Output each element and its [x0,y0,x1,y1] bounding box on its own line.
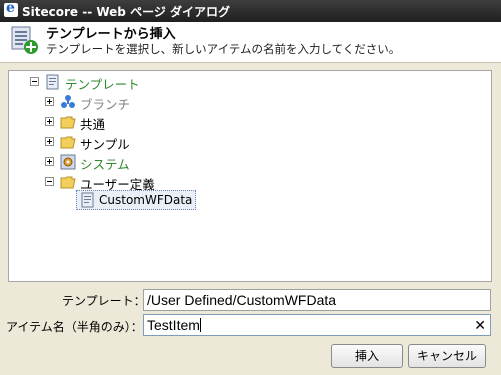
tree-node-label: ブランチ [80,97,131,112]
tree-node-label: サンプル [80,137,130,152]
dialog-header: テンプレートから挿入 テンプレートを選択し、新しいアイテムの名前を入力してくださ… [0,22,501,63]
item-name-input[interactable]: TestItem ✕ [143,314,491,336]
template-label: テンプレート： [62,294,146,308]
tree-node-label: システム [80,157,130,172]
template-tree[interactable]: テンプレート ブランチ 共通 サンプル システム ユーザー定義 CustomWF… [8,70,492,282]
item-name-label: アイテム名（半角のみ）： [6,320,143,334]
branch-icon [60,94,76,110]
expand-toggle-icon[interactable] [45,157,54,166]
dialog-heading: テンプレートから挿入 [46,27,176,42]
tree-node-label: 共通 [80,117,106,132]
collapse-toggle-icon[interactable] [30,77,39,86]
tree-node-label: CustomWFData [99,193,193,207]
window-title: Sitecore -- Web ページ ダイアログ [22,5,231,19]
tree-node-customwfdata[interactable]: CustomWFData [76,190,197,210]
template-path-value: /User Defined/CustomWFData [147,292,337,308]
title-bar: Sitecore -- Web ページ ダイアログ [0,0,501,22]
ie-icon [4,0,18,17]
expand-toggle-icon[interactable] [45,137,54,146]
insert-button[interactable]: 挿入 [331,344,403,368]
expand-toggle-icon[interactable] [45,97,54,106]
template-path-field[interactable]: /User Defined/CustomWFData [143,289,491,311]
template-icon [45,74,61,90]
system-gear-icon [60,154,76,170]
dialog-instructions: テンプレートを選択し、新しいアイテムの名前を入力してください。 [46,42,401,56]
clear-icon[interactable]: ✕ [474,315,486,335]
template-item-icon [80,192,96,208]
insert-template-icon [10,25,40,55]
folder-icon [60,174,76,190]
collapse-toggle-icon[interactable] [45,177,54,186]
tree-node-label: テンプレート [65,77,140,92]
text-caret [199,318,201,332]
folder-icon [60,114,76,130]
dialog-window: Sitecore -- Web ページ ダイアログ テンプレートから挿入 テンプ… [0,0,501,375]
item-name-value: TestItem [147,317,200,333]
folder-icon [60,134,76,150]
cancel-button[interactable]: キャンセル [408,344,486,368]
expand-toggle-icon[interactable] [45,117,54,126]
